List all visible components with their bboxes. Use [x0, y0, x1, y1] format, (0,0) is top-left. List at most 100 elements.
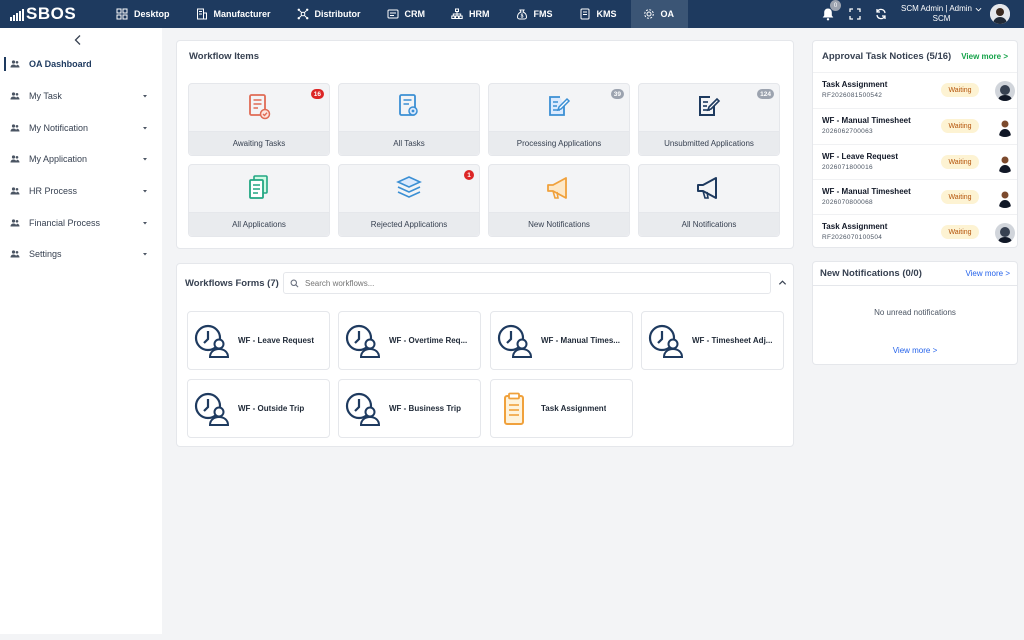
- caret-down-icon: [143, 222, 147, 225]
- person-avatar-icon: [990, 4, 1010, 24]
- card-rejected-applications[interactable]: 1 Rejected Applications: [338, 164, 480, 237]
- building-icon: [196, 8, 207, 20]
- user-avatar[interactable]: [990, 4, 1010, 24]
- sidebar-item-hr-process[interactable]: HR Process: [0, 181, 162, 201]
- awaiting-tasks-badge: 16: [310, 89, 324, 99]
- card-all-applications[interactable]: All Applications: [188, 164, 330, 237]
- nav-hrm[interactable]: HRM: [439, 0, 504, 28]
- users-icon: [10, 124, 20, 132]
- card-label: All Tasks: [339, 131, 479, 155]
- nav-label: OA: [660, 9, 675, 19]
- empty-notifications-text: No unread notifications: [874, 308, 956, 317]
- document-search-icon: [399, 94, 418, 116]
- notice-row[interactable]: WF - Leave Request 2026071800016 Waiting: [813, 144, 1017, 180]
- notifications-view-more-link[interactable]: View more >: [965, 269, 1010, 278]
- search-input[interactable]: [305, 278, 745, 288]
- notice-row[interactable]: Task Assignment RF2026070100504 Waiting: [813, 214, 1017, 250]
- person-avatar-icon: [995, 117, 1015, 137]
- user-clock-icon: [194, 324, 230, 358]
- user-clock-icon: [345, 324, 381, 358]
- card-new-notifications[interactable]: New Notifications: [488, 164, 630, 237]
- user-org: SCM: [932, 14, 951, 23]
- crm-icon: [387, 9, 399, 19]
- sidebar-item-my-task[interactable]: My Task: [0, 86, 162, 106]
- sidebar-item-label: HR Process: [29, 186, 78, 196]
- nav-label: Manufacturer: [213, 9, 271, 19]
- sidebar-item-my-application[interactable]: My Application: [0, 149, 162, 169]
- nav-desktop[interactable]: Desktop: [104, 0, 184, 28]
- unsubmitted-applications-badge: 124: [757, 89, 774, 99]
- users-icon: [10, 60, 20, 68]
- person-avatar-icon: [995, 81, 1015, 101]
- status-badge: Waiting: [941, 225, 979, 239]
- nav-kms[interactable]: KMS: [567, 0, 631, 28]
- form-card-overtime-request[interactable]: WF - Overtime Req...: [338, 311, 481, 370]
- card-awaiting-tasks[interactable]: 16 Awaiting Tasks: [188, 83, 330, 156]
- nav-fms[interactable]: $ FMS: [504, 0, 567, 28]
- sidebar: OA Dashboard My Task My Notification My …: [0, 28, 162, 634]
- form-card-task-assignment[interactable]: Task Assignment: [490, 379, 633, 438]
- card-all-tasks[interactable]: All Tasks: [338, 83, 480, 156]
- notice-id: RF2026070100504: [822, 234, 883, 241]
- sidebar-item-label: Financial Process: [29, 218, 101, 228]
- notice-row[interactable]: WF - Manual Timesheet 2026070800068 Wait…: [813, 179, 1017, 215]
- card-label: All Applications: [189, 212, 329, 236]
- nav-manufacturer[interactable]: Manufacturer: [184, 0, 285, 28]
- status-badge: Waiting: [941, 155, 979, 169]
- chevron-up-icon[interactable]: [778, 278, 787, 287]
- notice-id: 2026070800068: [822, 199, 873, 206]
- chevron-down-icon: [975, 7, 982, 11]
- form-card-timesheet-adjustment[interactable]: WF - Timesheet Adj...: [641, 311, 784, 370]
- workflow-search[interactable]: [283, 272, 771, 294]
- chevron-left-icon[interactable]: [72, 34, 84, 46]
- sidebar-item-settings[interactable]: Settings: [0, 244, 162, 264]
- edit-document-icon: [699, 96, 721, 116]
- form-card-leave-request[interactable]: WF - Leave Request: [187, 311, 330, 370]
- card-unsubmitted-applications[interactable]: 124 Unsubmitted Applications: [638, 83, 780, 156]
- sbos-logo[interactable]: SBOS: [0, 0, 104, 28]
- sidebar-item-my-notification[interactable]: My Notification: [0, 118, 162, 138]
- workflow-items-panel: Workflow Items 16 Awaiting Tasks All Tas…: [176, 40, 794, 249]
- top-navigation-bar: SBOS Desktop Manufacturer Distributor CR…: [0, 0, 1024, 28]
- gear-icon: [643, 9, 654, 19]
- users-icon: [10, 187, 20, 195]
- notice-row[interactable]: WF - Manual Timesheet 2026062700063 Wait…: [813, 108, 1017, 144]
- caret-down-icon: [143, 253, 147, 256]
- notification-bell-button[interactable]: 0: [821, 0, 841, 21]
- form-card-outside-trip[interactable]: WF - Outside Trip: [187, 379, 330, 438]
- divider: [813, 285, 1017, 286]
- approval-view-more-link[interactable]: View more >: [961, 52, 1008, 61]
- sidebar-item-oa-dashboard[interactable]: OA Dashboard: [0, 54, 162, 74]
- nav-distributor[interactable]: Distributor: [285, 0, 375, 28]
- notice-id: 2026062700063: [822, 128, 873, 135]
- form-card-manual-timesheet[interactable]: WF - Manual Times...: [490, 311, 633, 370]
- card-label: All Notifications: [639, 212, 779, 236]
- card-processing-applications[interactable]: 39 Processing Applications: [488, 83, 630, 156]
- notice-id: 2026071800016: [822, 164, 873, 171]
- documents-stack-icon: [249, 175, 268, 199]
- form-label: WF - Manual Times...: [541, 336, 620, 345]
- nav-oa[interactable]: OA: [630, 0, 689, 28]
- card-all-notifications[interactable]: All Notifications: [638, 164, 780, 237]
- sidebar-item-financial-process[interactable]: Financial Process: [0, 213, 162, 233]
- nav-crm[interactable]: CRM: [375, 0, 440, 28]
- form-card-business-trip[interactable]: WF - Business Trip: [338, 379, 481, 438]
- user-menu[interactable]: SCM Admin | Admin SCM: [901, 4, 982, 24]
- form-label: WF - Timesheet Adj...: [692, 336, 773, 345]
- fullscreen-icon[interactable]: [849, 8, 861, 20]
- workflow-forms-title: Workflows Forms (7): [185, 278, 279, 289]
- user-clock-icon: [648, 324, 684, 358]
- sidebar-item-label: My Task: [29, 91, 62, 101]
- status-badge: Waiting: [941, 83, 979, 97]
- form-label: WF - Outside Trip: [238, 404, 305, 413]
- status-badge: Waiting: [941, 190, 979, 204]
- form-label: Task Assignment: [541, 404, 607, 413]
- users-icon: [10, 219, 20, 227]
- sidebar-item-label: OA Dashboard: [29, 59, 92, 69]
- notice-row[interactable]: Task Assignment RF2026081500542 Waiting: [813, 72, 1017, 108]
- caret-down-icon: [143, 95, 147, 98]
- notifications-view-more-bottom-link[interactable]: View more >: [813, 346, 1017, 355]
- card-label: Unsubmitted Applications: [639, 131, 779, 155]
- refresh-icon[interactable]: [875, 8, 887, 20]
- notice-title: WF - Manual Timesheet: [822, 116, 911, 125]
